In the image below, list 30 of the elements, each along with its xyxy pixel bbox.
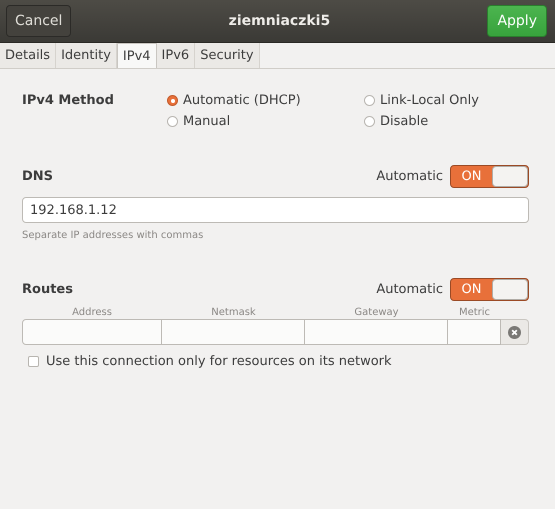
- dns-hint: Separate IP addresses with commas: [22, 230, 204, 241]
- automatic-label: Automatic: [376, 169, 443, 184]
- radio-option[interactable]: Manual: [167, 114, 364, 129]
- route-field[interactable]: [448, 319, 501, 345]
- column-header: Gateway: [353, 307, 400, 318]
- column-header: Metric: [458, 307, 492, 318]
- automatic-label: Automatic: [376, 282, 443, 297]
- ipv4-method-label: IPv4 Method: [22, 93, 115, 110]
- dns-field[interactable]: 192.168.1.12: [22, 197, 529, 223]
- column-header: Netmask: [210, 307, 257, 318]
- route-field[interactable]: [22, 319, 162, 345]
- checkbox-label: Use this connection only for resources on its network: [46, 354, 392, 369]
- tab[interactable]: IPv4: [116, 43, 157, 68]
- radio-option[interactable]: Link-Local Only: [364, 93, 479, 108]
- window-title: ziemniaczki5: [228, 13, 330, 29]
- dns-label: DNS: [22, 169, 54, 184]
- radio-option[interactable]: Disable: [364, 114, 479, 129]
- checkbox[interactable]: [28, 356, 39, 367]
- tab[interactable]: Security: [195, 43, 260, 68]
- delete-button[interactable]: [501, 319, 529, 345]
- cancel-button[interactable]: Cancel: [6, 5, 72, 37]
- route-field[interactable]: [305, 319, 448, 345]
- close-icon: [508, 326, 521, 338]
- routes-label: Routes: [22, 282, 73, 297]
- tab[interactable]: Details: [0, 43, 56, 68]
- tab[interactable]: Identity: [56, 43, 117, 68]
- radio-option[interactable]: Automatic (DHCP): [167, 93, 364, 108]
- tab[interactable]: IPv6: [156, 43, 196, 68]
- route-field[interactable]: [162, 319, 305, 345]
- column-header: Address: [71, 307, 113, 318]
